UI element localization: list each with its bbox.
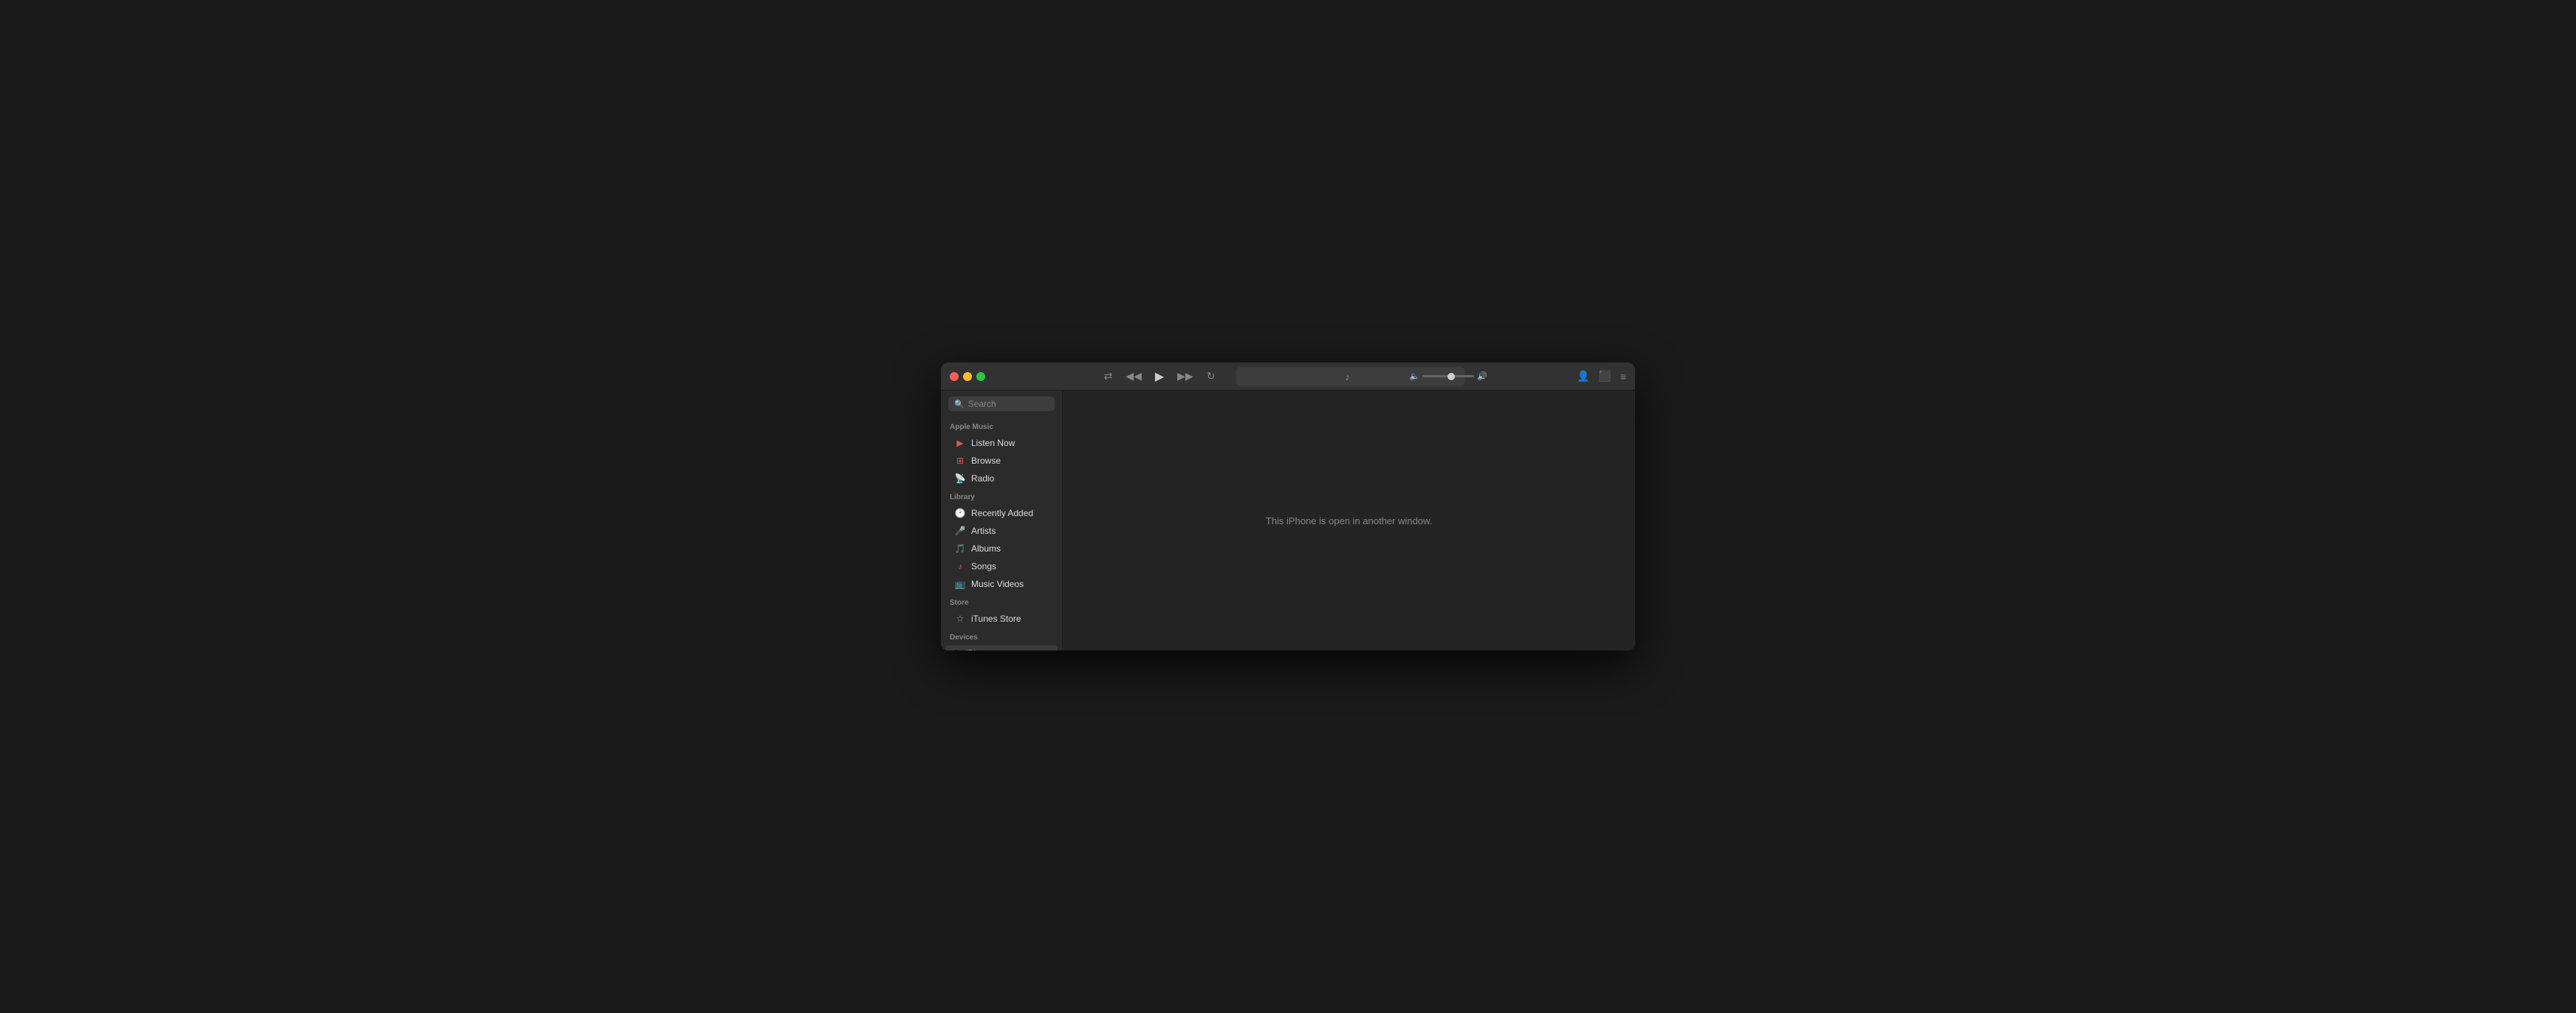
recently-added-label: Recently Added (971, 508, 1033, 518)
albums-label: Albums (971, 543, 1001, 554)
traffic-lights (941, 372, 985, 381)
devices-section-label: Devices (941, 628, 1062, 645)
music-videos-label: Music Videos (971, 579, 1024, 589)
sidebar-item-browse[interactable]: ⊞ Browse (945, 453, 1058, 469)
device-left: 📱 iPhone (951, 648, 993, 650)
search-icon: 🔍 (954, 399, 965, 409)
volume-high-icon: 🔊 (1477, 371, 1487, 381)
repeat-button[interactable]: ↻ (1207, 370, 1216, 382)
main-message: This iPhone is open in another window. (1266, 515, 1432, 526)
itunes-store-icon: ☆ (954, 614, 966, 624)
search-placeholder: Search (968, 399, 996, 409)
library-section-label: Library (941, 487, 1062, 504)
browse-icon: ⊞ (954, 456, 966, 466)
app-window: ⇄ ◀◀ ▶ ▶▶ ↻ ♪ 🔈 🔊 👤 ⬛ ≡ (941, 363, 1635, 650)
title-bar: ⇄ ◀◀ ▶ ▶▶ ↻ ♪ 🔈 🔊 👤 ⬛ ≡ (941, 363, 1635, 391)
minimize-button[interactable] (963, 372, 972, 381)
itunes-store-label: iTunes Store (971, 614, 1021, 624)
music-note-icon: ♪ (1345, 371, 1350, 382)
listen-now-icon: ▶ (954, 438, 966, 448)
albums-icon: 🎵 (954, 543, 966, 554)
queue-icon[interactable]: ≡ (1620, 371, 1626, 382)
sidebar-item-radio[interactable]: 📡 Radio (945, 470, 1058, 487)
sidebar-item-itunes-store[interactable]: ☆ iTunes Store (945, 611, 1058, 627)
songs-icon: ♪ (954, 561, 966, 571)
main-content: 🔍 Search Apple Music ▶ Listen Now ⊞ Brow… (941, 391, 1635, 650)
volume-thumb (1448, 373, 1455, 380)
prev-button[interactable]: ◀◀ (1126, 370, 1142, 382)
next-button[interactable]: ▶▶ (1177, 370, 1193, 382)
sidebar-item-albums[interactable]: 🎵 Albums (945, 540, 1058, 557)
apple-music-section-label: Apple Music (941, 417, 1062, 434)
radio-label: Radio (971, 473, 994, 484)
shuffle-button[interactable]: ⇄ (1104, 370, 1113, 382)
sidebar-item-artists[interactable]: 🎤 Artists (945, 523, 1058, 539)
music-videos-icon: 📺 (954, 579, 966, 589)
artists-icon: 🎤 (954, 526, 966, 536)
recently-added-icon: 🕐 (954, 508, 966, 518)
title-bar-right: 👤 ⬛ ≡ (1577, 370, 1626, 382)
account-icon[interactable]: 👤 (1577, 370, 1589, 382)
airplay-icon[interactable]: ⬛ (1598, 370, 1611, 382)
songs-label: Songs (971, 561, 996, 571)
search-box[interactable]: 🔍 Search (948, 396, 1055, 411)
sync-icon: ✦ (1045, 649, 1052, 651)
sidebar-search-container: 🔍 Search (941, 391, 1062, 417)
play-button[interactable]: ▶ (1155, 369, 1164, 384)
sidebar-item-iphone[interactable]: 📱 iPhone ✦ (945, 645, 1058, 650)
volume-slider[interactable] (1422, 375, 1474, 377)
main-panel: This iPhone is open in another window. (1063, 391, 1635, 650)
sidebar: 🔍 Search Apple Music ▶ Listen Now ⊞ Brow… (941, 391, 1063, 650)
iphone-icon: 📱 (951, 649, 962, 651)
store-section-label: Store (941, 593, 1062, 610)
browse-label: Browse (971, 456, 1001, 466)
artists-label: Artists (971, 526, 996, 536)
sidebar-item-songs[interactable]: ♪ Songs (945, 558, 1058, 574)
volume-control[interactable]: 🔈 🔊 (1410, 371, 1487, 381)
iphone-label: iPhone (966, 648, 993, 650)
sidebar-item-recently-added[interactable]: 🕐 Recently Added (945, 505, 1058, 521)
sidebar-item-music-videos[interactable]: 📺 Music Videos (945, 576, 1058, 592)
listen-now-label: Listen Now (971, 438, 1015, 448)
volume-low-icon: 🔈 (1410, 371, 1420, 381)
player-controls: ⇄ ◀◀ ▶ ▶▶ ↻ (1104, 369, 1216, 384)
radio-icon: 📡 (954, 473, 966, 484)
sidebar-item-listen-now[interactable]: ▶ Listen Now (945, 435, 1058, 451)
close-button[interactable] (950, 372, 959, 381)
maximize-button[interactable] (976, 372, 985, 381)
